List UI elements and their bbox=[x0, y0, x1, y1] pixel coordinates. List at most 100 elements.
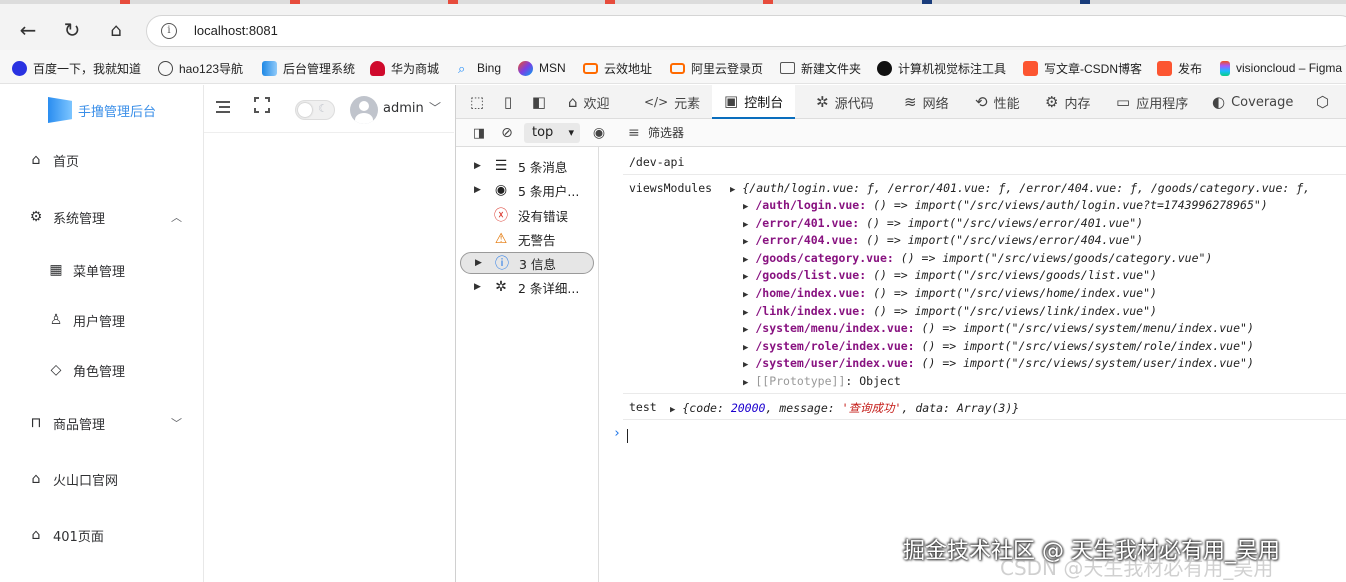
tab-memory[interactable]: ⚙ 内存 bbox=[1045, 85, 1090, 119]
bookmark-bing[interactable]: ⌕ Bing bbox=[458, 59, 501, 77]
tab-elements[interactable]: </> 元素 bbox=[644, 85, 700, 119]
tab-label: 网络 bbox=[922, 96, 949, 112]
sidebar-messages[interactable]: ▶ ☰ 5 条消息 bbox=[460, 155, 594, 177]
avatar[interactable] bbox=[350, 96, 378, 124]
bookmark-figma[interactable]: visioncloud – Figma bbox=[1220, 59, 1342, 77]
object-text: {code: bbox=[682, 401, 731, 415]
caret-right-icon: ▶ bbox=[743, 360, 749, 371]
back-button[interactable]: ← bbox=[16, 18, 40, 42]
tab-performance[interactable]: ⟲ 性能 bbox=[975, 85, 1020, 119]
context-select[interactable]: top bbox=[524, 123, 580, 143]
bookmark-publish[interactable]: 发布 bbox=[1157, 59, 1202, 77]
csdn-icon bbox=[1157, 60, 1172, 76]
tab-favicon[interactable] bbox=[1080, 0, 1090, 4]
sidebar-label: 没有错误 bbox=[518, 208, 569, 224]
tab-favicon[interactable] bbox=[605, 0, 615, 4]
url-text[interactable]: localhost:8081 bbox=[194, 23, 278, 38]
menu-item-volcano[interactable]: ⌂ 火山口官网 bbox=[0, 459, 204, 499]
tab-strip bbox=[0, 0, 1346, 4]
address-bar[interactable]: i localhost:8081 bbox=[146, 15, 1346, 47]
tab-welcome[interactable]: ⌂ 欢迎 bbox=[568, 85, 610, 119]
console-toolbar: ◨ ⊘ top ◉ 筛选器 bbox=[456, 119, 1346, 147]
menu-label: 菜单管理 bbox=[73, 264, 126, 280]
property-value: () => import("/src/views/goods/category.… bbox=[900, 250, 1213, 265]
home-button[interactable]: ⌂ bbox=[104, 18, 128, 42]
inspect-icon[interactable]: ⬚ bbox=[468, 93, 486, 111]
menu-fold-icon[interactable] bbox=[216, 101, 230, 113]
property-value: () => import("/src/views/system/menu/ind… bbox=[921, 321, 1254, 336]
caret-right-icon: ▶ bbox=[743, 307, 749, 318]
chevron-down-icon[interactable]: ﹀ bbox=[429, 99, 441, 116]
bookmark-cv-tool[interactable]: 计算机视觉标注工具 bbox=[877, 59, 1006, 77]
tab-sources[interactable]: ✲ 源代码 bbox=[816, 85, 874, 119]
bookmark-baidu[interactable]: 百度一下，我就知道 bbox=[12, 59, 141, 77]
caret-right-icon: ▶ bbox=[474, 185, 481, 195]
bookmark-folder[interactable]: 新建文件夹 bbox=[780, 59, 861, 77]
app-header: admin ﹀ bbox=[204, 85, 454, 133]
home-icon: ⌂ bbox=[31, 527, 41, 543]
property-value: () => import("/src/views/error/401.vue") bbox=[866, 215, 1144, 230]
chevron-down-icon: ﹀ bbox=[171, 417, 182, 430]
sidebar-user-messages[interactable]: ▶ ◉ 5 条用户... bbox=[460, 179, 594, 201]
caret-right-icon: ▶ bbox=[743, 378, 749, 388]
clear-console-icon[interactable]: ⊘ bbox=[498, 124, 516, 142]
bookmark-hao123[interactable]: hao123导航 bbox=[158, 59, 243, 77]
bookmark-csdn-write[interactable]: 写文章-CSDN博客 bbox=[1023, 59, 1142, 77]
caret-right-icon: ▶ bbox=[743, 342, 749, 353]
list-icon: ☰ bbox=[494, 158, 508, 174]
object-expander[interactable]: ▶ {/auth/login.vue: ƒ, /error/401.vue: ƒ… bbox=[730, 181, 1310, 195]
log-text: /dev-api bbox=[629, 155, 685, 169]
tab-application[interactable]: ▭ 应用程序 bbox=[1116, 85, 1188, 119]
fullscreen-icon[interactable] bbox=[254, 97, 270, 113]
menu-item-users[interactable]: ♙ 用户管理 bbox=[0, 300, 204, 340]
divider bbox=[623, 393, 1346, 394]
menu-label: 用户管理 bbox=[73, 314, 126, 330]
property-key: /error/404.vue: bbox=[755, 233, 860, 248]
console-input[interactable] bbox=[627, 429, 628, 443]
figma-icon bbox=[1220, 60, 1230, 76]
device-toggle-icon[interactable]: ▯ bbox=[499, 93, 517, 111]
tab-coverage[interactable]: ◐ Coverage bbox=[1212, 85, 1293, 119]
object-summary: {/auth/login.vue: ƒ, /error/401.vue: ƒ, … bbox=[742, 181, 1311, 195]
eye-icon[interactable]: ◉ bbox=[590, 124, 608, 142]
menu-item-home[interactable]: ⌂ 首页 bbox=[0, 140, 204, 180]
dark-mode-toggle[interactable] bbox=[295, 100, 335, 120]
tab-favicon[interactable] bbox=[922, 0, 932, 4]
tab-favicon[interactable] bbox=[290, 0, 300, 4]
bookmark-msn[interactable]: MSN bbox=[518, 59, 566, 77]
menu-item-roles[interactable]: ◇ 角色管理 bbox=[0, 350, 204, 390]
bookmark-yunxiao[interactable]: 云效地址 bbox=[583, 59, 652, 77]
tab-favicon[interactable] bbox=[120, 0, 130, 4]
reload-button[interactable]: ↻ bbox=[60, 18, 84, 42]
bookmark-admin[interactable]: 后台管理系统 bbox=[262, 59, 355, 77]
bookmark-aliyun-login[interactable]: 阿里云登录页 bbox=[670, 59, 763, 77]
sidebar-toggle-icon[interactable]: ◨ bbox=[470, 124, 488, 142]
sidebar-verbose[interactable]: ▶ ✲ 2 条详细... bbox=[460, 276, 594, 298]
bug-icon: ✲ bbox=[816, 93, 829, 111]
tab-3d-view[interactable]: ⬡ bbox=[1316, 85, 1335, 119]
tab-console[interactable]: ▣ 控制台 bbox=[712, 85, 796, 119]
info-icon[interactable]: i bbox=[161, 23, 177, 39]
filter-input[interactable]: 筛选器 bbox=[618, 123, 808, 143]
menu-item-401[interactable]: ⌂ 401页面 bbox=[0, 515, 204, 555]
menu-item-system[interactable]: ⚙ 系统管理 ︿ bbox=[0, 197, 204, 237]
user-name[interactable]: admin bbox=[383, 101, 424, 116]
object-expander[interactable]: ▶ {code: 20000, message: '查询成功', data: A… bbox=[670, 400, 1019, 416]
home-icon: ⌂ bbox=[31, 471, 41, 487]
sidebar-errors[interactable]: ⓧ 没有错误 bbox=[460, 204, 594, 226]
sidebar-label: 2 条详细... bbox=[518, 280, 580, 296]
menu-item-menus[interactable]: ▦ 菜单管理 bbox=[0, 250, 204, 290]
sidebar-warnings[interactable]: ⚠ 无警告 bbox=[460, 228, 594, 250]
user-circle-icon: ◉ bbox=[494, 182, 508, 198]
dock-icon[interactable]: ◧ bbox=[530, 93, 548, 111]
tab-favicon[interactable] bbox=[763, 0, 773, 4]
sidebar-info[interactable]: ▶ ⓘ 3 信息 bbox=[460, 252, 594, 274]
property-value: () => import("/src/views/system/user/ind… bbox=[921, 356, 1254, 371]
menu-label: 401页面 bbox=[53, 529, 104, 545]
tab-favicon[interactable] bbox=[448, 0, 458, 4]
bookmark-huawei[interactable]: 华为商城 bbox=[370, 59, 439, 77]
folder-icon bbox=[780, 62, 795, 74]
menu-item-goods[interactable]: ⊓ 商品管理 ﹀ bbox=[0, 403, 204, 443]
tab-network[interactable]: ≋ 网络 bbox=[904, 85, 949, 119]
object-number: 20000 bbox=[730, 401, 766, 415]
